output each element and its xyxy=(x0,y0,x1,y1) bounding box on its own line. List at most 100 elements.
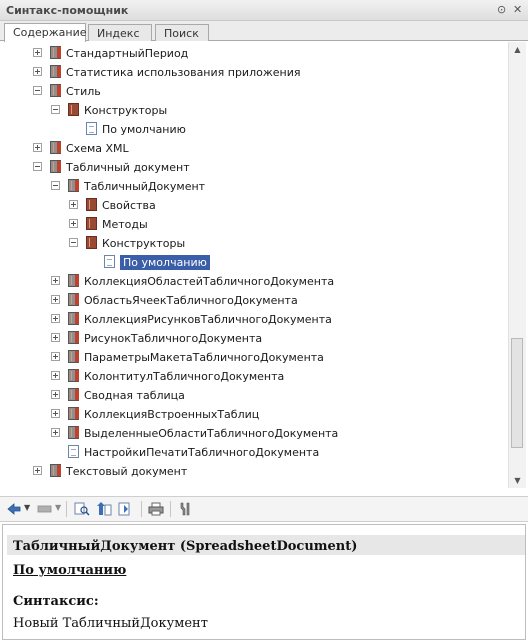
tree-item-label[interactable]: ОбластьЯчеекТабличногоДокумента xyxy=(84,294,298,307)
grey-book-icon xyxy=(50,160,61,173)
expand-icon[interactable] xyxy=(51,276,60,285)
tree-row[interactable]: Методы xyxy=(3,215,503,234)
forward-icon[interactable] xyxy=(37,502,53,516)
collapse-icon[interactable] xyxy=(33,162,42,171)
tree-row[interactable]: СтандартныйПериод xyxy=(3,44,503,63)
window-title: Синтакс-помощник xyxy=(6,4,129,17)
tree-item-label[interactable]: Сводная таблица xyxy=(84,389,185,402)
tree-row[interactable]: Статистика использования приложения xyxy=(3,63,503,82)
expand-icon[interactable] xyxy=(51,314,60,323)
tree-row[interactable]: ТабличныйДокумент xyxy=(3,177,503,196)
tree-row[interactable]: КолонтитулТабличногоДокумента xyxy=(3,367,503,386)
tree-item-label[interactable]: ТабличныйДокумент xyxy=(84,180,205,193)
tree-row[interactable]: По умолчанию xyxy=(3,120,503,139)
tree-item-label[interactable]: КолонтитулТабличногоДокумента xyxy=(84,370,284,383)
tree-item-label[interactable]: Свойства xyxy=(102,199,156,212)
grey-book-icon xyxy=(68,407,79,420)
expand-icon[interactable] xyxy=(69,200,78,209)
tree-row[interactable]: Стиль xyxy=(3,82,503,101)
collapse-icon[interactable] xyxy=(33,86,42,95)
tree-row[interactable]: КоллекцияОбластейТабличногоДокумента xyxy=(3,272,503,291)
book-icon xyxy=(68,103,79,116)
tree-item-label[interactable]: По умолчанию xyxy=(120,255,210,270)
expand-icon[interactable] xyxy=(51,409,60,418)
back-icon[interactable] xyxy=(6,502,22,516)
syntax-text: Новый ТабличныйДокумент xyxy=(13,616,208,631)
close-icon[interactable]: ✕ xyxy=(513,3,522,16)
tree-row[interactable]: ПараметрыМакетаТабличногоДокумента xyxy=(3,348,503,367)
tree-row[interactable]: Табличный документ xyxy=(3,158,503,177)
grey-book-icon xyxy=(50,46,61,59)
tree-row[interactable]: По умолчанию xyxy=(3,253,503,272)
expand-icon[interactable] xyxy=(33,466,42,475)
expand-icon[interactable] xyxy=(51,333,60,342)
settings-icon[interactable] xyxy=(177,502,193,516)
tree-item-label[interactable]: Стиль xyxy=(66,85,101,98)
tree-item-label[interactable]: По умолчанию xyxy=(102,123,186,136)
tree-row[interactable]: ВыделенныеОбластиТабличногоДокумента xyxy=(3,424,503,443)
expand-icon[interactable] xyxy=(51,352,60,361)
tree-row[interactable]: Конструкторы xyxy=(3,234,503,253)
tree-row[interactable]: Текстовый документ xyxy=(3,462,503,481)
back-dropdown-icon[interactable]: ▼ xyxy=(24,503,30,512)
pin-icon[interactable]: ⊙ xyxy=(497,3,506,16)
scroll-up-icon[interactable]: ▲ xyxy=(509,42,526,57)
scroll-thumb[interactable] xyxy=(511,338,523,448)
tree-item-label[interactable]: Конструкторы xyxy=(102,237,185,250)
tree-row[interactable]: РисунокТабличногоДокумента xyxy=(3,329,503,348)
tree-item-label[interactable]: РисунокТабличногоДокумента xyxy=(84,332,262,345)
tab-index[interactable]: Индекс xyxy=(88,24,152,41)
tree-item-label[interactable]: КоллекцияРисунковТабличногоДокумента xyxy=(84,313,332,326)
expand-icon[interactable] xyxy=(69,219,78,228)
tree-item-label[interactable]: СтандартныйПериод xyxy=(66,47,188,60)
tree-row[interactable]: Сводная таблица xyxy=(3,386,503,405)
tab-contents[interactable]: Содержание xyxy=(4,23,87,42)
expand-icon[interactable] xyxy=(33,67,42,76)
tree-row[interactable]: НастройкиПечатиТабличногоДокумента xyxy=(3,443,503,462)
tree-scrollbar[interactable]: ▲ ▼ xyxy=(508,42,526,488)
tree-row[interactable]: ОбластьЯчеекТабличногоДокумента xyxy=(3,291,503,310)
tree-item-label[interactable]: ПараметрыМакетаТабличногоДокумента xyxy=(84,351,324,364)
forward-dropdown-icon[interactable]: ▼ xyxy=(55,503,61,512)
scroll-down-icon[interactable]: ▼ xyxy=(509,473,526,488)
tree-item-label[interactable]: ВыделенныеОбластиТабличногоДокумента xyxy=(84,427,338,440)
contents-tree: СтандартныйПериод Статистика использовани… xyxy=(3,42,508,488)
expand-icon[interactable] xyxy=(33,48,42,57)
grey-book-icon xyxy=(68,369,79,382)
tree-row[interactable]: КоллекцияВстроенныхТаблиц xyxy=(3,405,503,424)
tree-item-label[interactable]: Текстовый документ xyxy=(66,465,187,478)
expand-icon[interactable] xyxy=(51,371,60,380)
page-icon xyxy=(68,445,79,458)
expand-icon[interactable] xyxy=(51,295,60,304)
expand-icon[interactable] xyxy=(33,143,42,152)
collapse-icon[interactable] xyxy=(51,181,60,190)
print-icon[interactable] xyxy=(148,502,164,516)
find-in-tree-icon[interactable] xyxy=(74,502,90,516)
tree-item-label[interactable]: КоллекцияОбластейТабличногоДокумента xyxy=(84,275,334,288)
tree-row[interactable]: Схема XML xyxy=(3,139,503,158)
expand-icon[interactable] xyxy=(51,390,60,399)
toolbar-separator xyxy=(170,501,171,517)
tree-item-label[interactable]: КоллекцияВстроенныхТаблиц xyxy=(84,408,259,421)
tree-row[interactable]: Конструкторы xyxy=(3,101,503,120)
up-icon[interactable] xyxy=(96,502,112,516)
tree-row[interactable]: КоллекцияРисунковТабличногоДокумента xyxy=(3,310,503,329)
book-icon xyxy=(86,217,97,230)
tree-item-label[interactable]: Табличный документ xyxy=(66,161,190,174)
expand-icon[interactable] xyxy=(51,428,60,437)
tab-search[interactable]: Поиск xyxy=(155,24,209,41)
tree-item-label[interactable]: Схема XML xyxy=(66,142,129,155)
page-icon xyxy=(86,122,97,135)
tree-item-label[interactable]: Статистика использования приложения xyxy=(66,66,300,79)
tab-contents-label: Содержание xyxy=(13,26,87,39)
tree-item-label[interactable]: Конструкторы xyxy=(84,104,167,117)
grey-book-icon xyxy=(68,274,79,287)
toolbar-separator xyxy=(66,501,67,517)
tree-row[interactable]: Свойства xyxy=(3,196,503,215)
collapse-icon[interactable] xyxy=(51,105,60,114)
tree-item-label[interactable]: Методы xyxy=(102,218,148,231)
sync-icon[interactable] xyxy=(118,502,134,516)
tree-item-label[interactable]: НастройкиПечатиТабличногоДокумента xyxy=(84,446,319,459)
grey-book-icon xyxy=(68,179,79,192)
collapse-icon[interactable] xyxy=(69,238,78,247)
